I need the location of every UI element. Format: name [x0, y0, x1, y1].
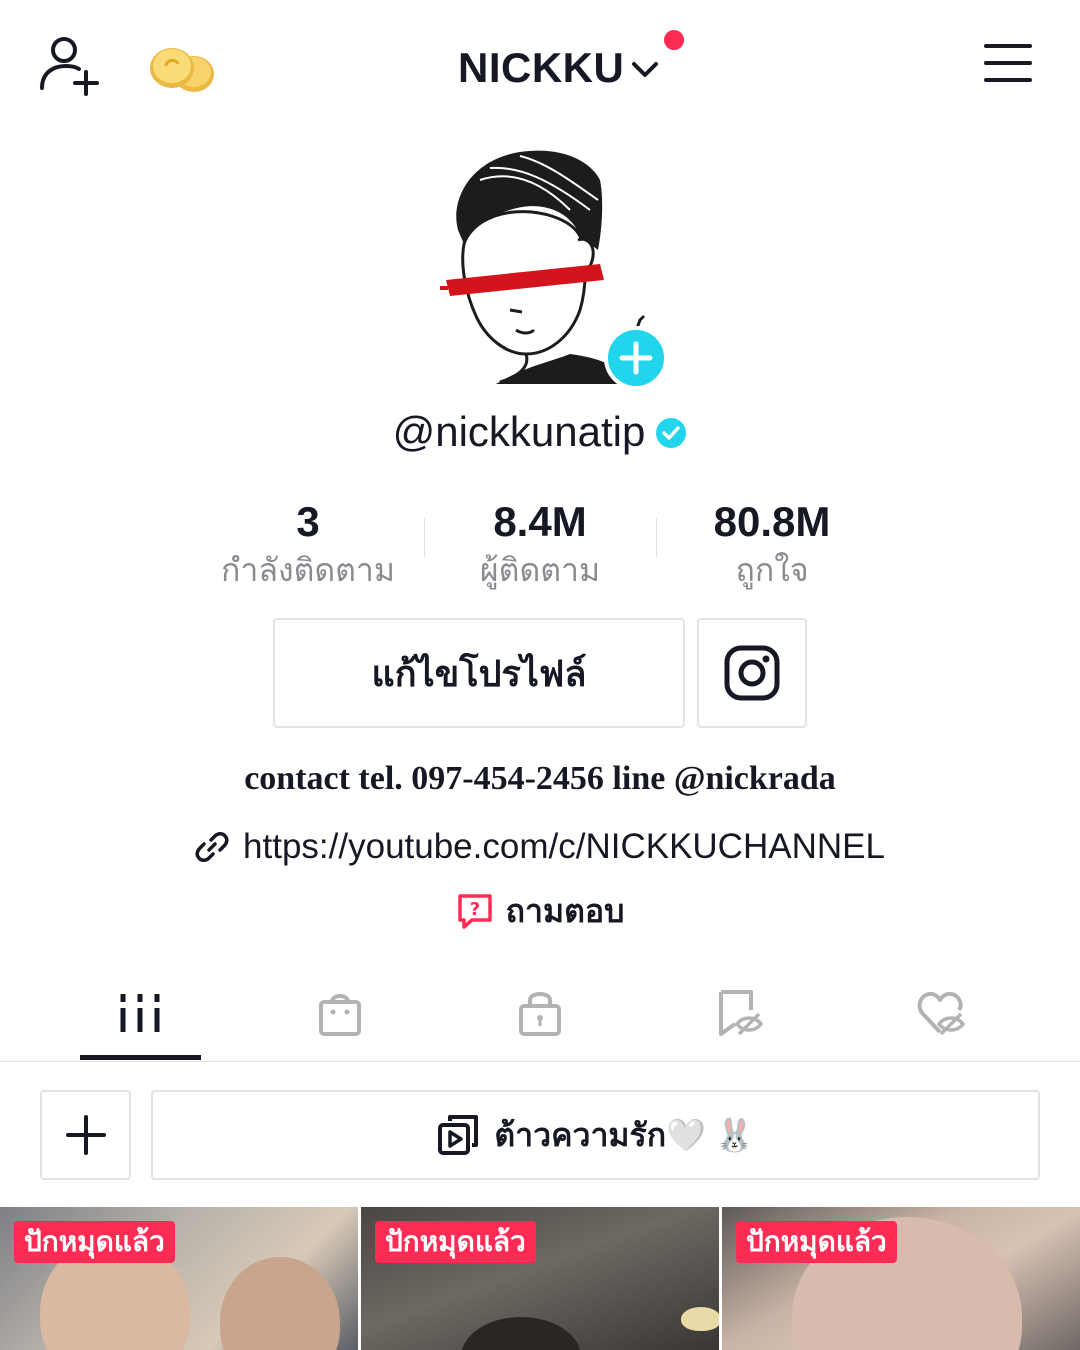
bio-link[interactable]: https://youtube.com/c/NICKKUCHANNEL	[0, 822, 1080, 872]
person-add-icon	[40, 37, 99, 96]
tab-shop[interactable]	[280, 970, 400, 1060]
svg-text:?: ?	[469, 899, 479, 920]
chevron-down-icon	[632, 62, 659, 77]
active-tab-indicator	[80, 1055, 201, 1060]
playlist-icon	[438, 1115, 479, 1155]
followers-stat[interactable]: 8.4M ผู้ติดตาม	[440, 496, 640, 592]
menu-button[interactable]	[984, 44, 1036, 86]
followers-count: 8.4M	[493, 498, 587, 545]
video-thumbnail[interactable]: ปักหมุดแล้ว	[0, 1207, 358, 1350]
lock-icon	[519, 992, 561, 1036]
tab-private[interactable]	[480, 970, 600, 1060]
username: @nickkunatip	[392, 408, 646, 455]
verified-badge-icon	[656, 418, 687, 448]
edit-profile-label: แก้ไขโปรไฟล์	[371, 652, 587, 694]
tab-bookmarks[interactable]	[680, 970, 800, 1060]
plus-icon	[619, 341, 653, 375]
plus-icon	[65, 1115, 106, 1155]
grid-icon	[120, 994, 160, 1032]
thumbnail-face	[461, 1317, 581, 1350]
hidden-heart-icon	[917, 991, 965, 1036]
likes-stat[interactable]: 80.8M ถูกใจ	[672, 496, 872, 592]
hidden-bookmark-icon	[719, 990, 764, 1036]
notification-dot	[664, 30, 684, 50]
qa-label: ถามตอบ	[505, 892, 625, 929]
profile-stats: 3 กำลังติดตาม 8.4M ผู้ติดตาม 80.8M ถูกใจ	[0, 496, 1080, 592]
instagram-button[interactable]	[697, 618, 807, 728]
following-stat[interactable]: 3 กำลังติดตาม	[200, 496, 416, 592]
edit-profile-button[interactable]: แก้ไขโปรไฟล์	[273, 618, 685, 728]
thumbnail-face	[220, 1257, 340, 1350]
bio-text: contact tel. 097-454-2456 line @nickrada	[244, 760, 836, 797]
coins-button[interactable]	[148, 44, 216, 94]
instagram-icon	[724, 645, 780, 701]
video-thumbnail[interactable]: ปักหมุดแล้ว	[722, 1207, 1080, 1350]
pinned-badge-label: ปักหมุดแล้ว	[746, 1226, 887, 1257]
pinned-badge: ปักหมุดแล้ว	[375, 1221, 536, 1263]
stat-divider	[656, 518, 657, 558]
likes-count: 80.8M	[713, 498, 831, 545]
account-name: NICKKU	[458, 44, 625, 91]
question-answer-icon: ?	[457, 894, 492, 929]
link-icon	[195, 832, 229, 862]
followers-label: ผู้ติดตาม	[479, 552, 601, 588]
add-playlist-button[interactable]	[40, 1090, 131, 1180]
following-label: กำลังติดตาม	[221, 552, 395, 588]
likes-label: ถูกใจ	[735, 552, 809, 588]
video-thumbnail[interactable]: ปักหมุดแล้ว	[361, 1207, 719, 1350]
shopping-bag-icon	[319, 994, 361, 1036]
tab-liked[interactable]	[880, 970, 1000, 1060]
playlist-button[interactable]: ต้าวความรัก🤍 🐰	[151, 1090, 1040, 1180]
bio-link-text: https://youtube.com/c/NICKKUCHANNEL	[243, 827, 885, 866]
playlist-title: ต้าวความรัก🤍 🐰	[494, 1116, 755, 1153]
account-switcher[interactable]: NICKKU	[458, 40, 660, 96]
add-friend-button[interactable]	[36, 34, 102, 96]
pinned-badge-label: ปักหมุดแล้ว	[385, 1226, 526, 1257]
add-avatar-button[interactable]	[604, 326, 668, 390]
thumbnail-light	[681, 1307, 719, 1331]
stat-divider	[424, 518, 425, 558]
pinned-badge: ปักหมุดแล้ว	[736, 1221, 897, 1263]
pinned-badge-label: ปักหมุดแล้ว	[24, 1226, 165, 1257]
coins-icon	[150, 48, 214, 92]
profile-tabs	[0, 970, 1080, 1062]
following-count: 3	[296, 498, 320, 545]
qa-link[interactable]: ? ถามตอบ	[0, 886, 1080, 936]
tab-videos[interactable]	[80, 970, 200, 1060]
hamburger-menu-icon	[984, 44, 1032, 48]
top-bar: NICKKU	[0, 0, 1080, 130]
username-row: @nickkunatip	[0, 404, 1080, 460]
pinned-badge: ปักหมุดแล้ว	[14, 1221, 175, 1263]
